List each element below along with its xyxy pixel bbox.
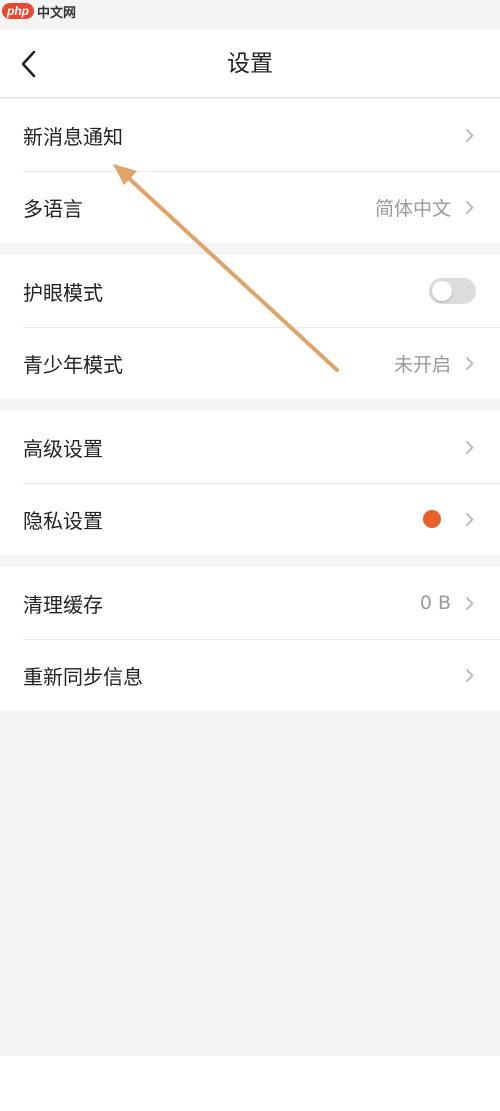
row-label: 隐私设置 bbox=[23, 508, 103, 533]
row-label: 重新同步信息 bbox=[23, 664, 143, 689]
watermark-text: 中文网 bbox=[37, 5, 77, 21]
chevron-right-icon bbox=[465, 200, 474, 214]
settings-group-advanced: 高级设置 隐私设置 bbox=[0, 411, 500, 555]
header-bar: 设置 bbox=[0, 30, 500, 98]
row-new-message-notification[interactable]: 新消息通知 bbox=[0, 99, 500, 171]
row-eye-protection: 护眼模式 bbox=[0, 255, 500, 327]
settings-group-data: 清理缓存 0 B 重新同步信息 bbox=[0, 567, 500, 711]
page-title: 设置 bbox=[227, 51, 273, 77]
bottom-area bbox=[0, 1056, 500, 1111]
eye-protection-toggle[interactable] bbox=[429, 278, 476, 304]
settings-page: php 中文网 设置 新消息通知 多语言 简体中文 护眼模式 青少年模式 未开启… bbox=[0, 0, 500, 1111]
settings-group-modes: 护眼模式 青少年模式 未开启 bbox=[0, 255, 500, 399]
language-value: 简体中文 bbox=[374, 197, 451, 220]
chevron-left-icon bbox=[21, 50, 36, 78]
back-button[interactable] bbox=[14, 46, 46, 82]
row-advanced-settings[interactable]: 高级设置 bbox=[0, 411, 500, 483]
chevron-right-icon bbox=[465, 356, 474, 370]
chevron-right-icon bbox=[465, 668, 474, 682]
row-clear-cache[interactable]: 清理缓存 0 B bbox=[0, 567, 500, 639]
row-language[interactable]: 多语言 简体中文 bbox=[0, 171, 500, 243]
notification-dot bbox=[423, 510, 441, 528]
watermark: php 中文网 bbox=[2, 0, 76, 22]
row-label: 新消息通知 bbox=[23, 124, 123, 149]
chevron-right-icon bbox=[465, 596, 474, 610]
row-teen-mode[interactable]: 青少年模式 未开启 bbox=[0, 327, 500, 399]
watermark-logo: php bbox=[2, 3, 34, 19]
cache-size-value: 0 B bbox=[419, 592, 451, 614]
row-label: 清理缓存 bbox=[23, 592, 103, 617]
teen-mode-value: 未开启 bbox=[393, 353, 451, 376]
toggle-knob bbox=[432, 281, 452, 301]
settings-group-general: 新消息通知 多语言 简体中文 bbox=[0, 99, 500, 243]
row-label: 青少年模式 bbox=[23, 352, 123, 377]
row-label: 护眼模式 bbox=[23, 280, 103, 305]
row-privacy-settings[interactable]: 隐私设置 bbox=[0, 483, 500, 555]
chevron-right-icon bbox=[465, 512, 474, 526]
chevron-right-icon bbox=[465, 128, 474, 142]
chevron-right-icon bbox=[465, 440, 474, 454]
row-label: 高级设置 bbox=[23, 436, 103, 461]
row-resync-info[interactable]: 重新同步信息 bbox=[0, 639, 500, 711]
row-label: 多语言 bbox=[23, 196, 83, 221]
